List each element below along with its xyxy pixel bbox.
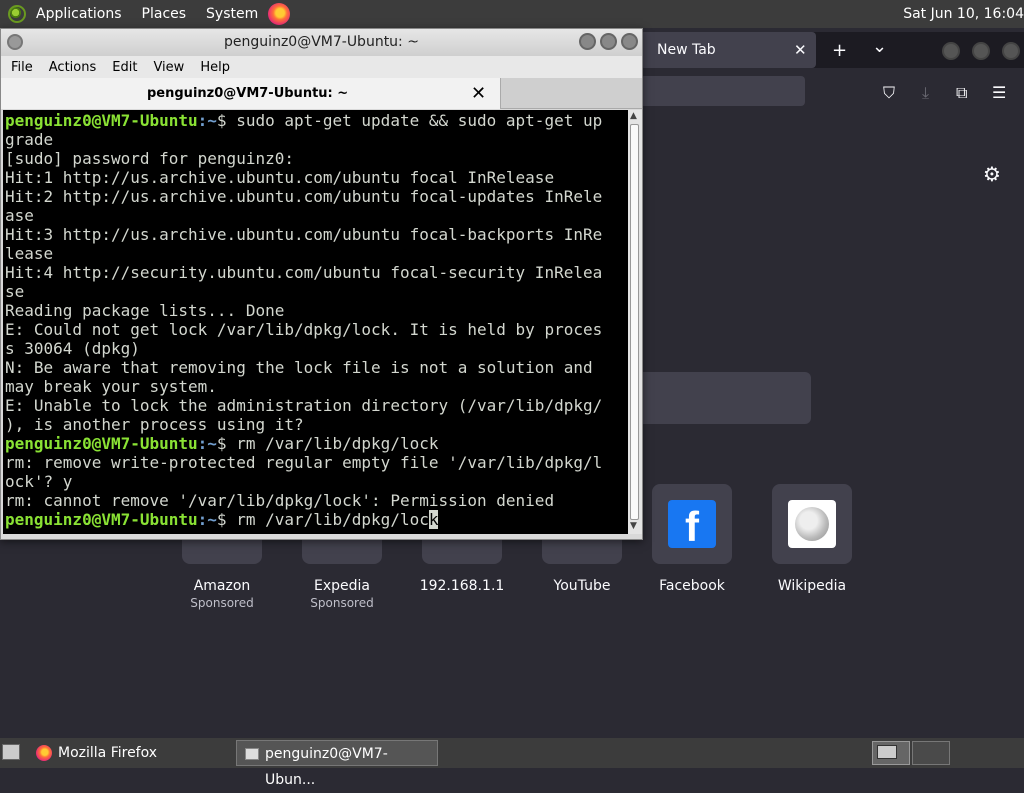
workspace-2[interactable] [912, 741, 950, 765]
terminal-line: penguinz0@VM7-Ubuntu:~$ rm /var/lib/dpkg… [5, 434, 439, 453]
window-title: penguinz0@VM7-Ubuntu: ~ [224, 34, 419, 50]
clock[interactable]: Sat Jun 10, 16:04 [897, 0, 1024, 28]
firefox-launcher-icon[interactable] [268, 3, 291, 25]
terminal-current-line: penguinz0@VM7-Ubuntu:~$ rm /var/lib/dpkg… [5, 510, 439, 529]
places-menu[interactable]: Places [142, 6, 187, 22]
scroll-up-icon[interactable]: ▲ [630, 111, 637, 121]
terminal-line: penguinz0@VM7-Ubuntu:~$ sudo apt-get upd… [5, 111, 603, 130]
wikipedia-tile [772, 484, 852, 564]
system-menu[interactable]: System [206, 6, 258, 22]
top-site-name: 192.168.1.1 [419, 578, 505, 594]
terminal-line: se [5, 282, 25, 301]
maximize-icon[interactable] [972, 42, 990, 60]
sponsored-label: Sponsored [310, 596, 374, 610]
workspace-1[interactable] [872, 741, 910, 765]
distro-logo-icon[interactable] [8, 5, 26, 23]
scroll-down-icon[interactable]: ▼ [630, 521, 637, 531]
top-site-name: Wikipedia [777, 578, 847, 594]
app-menu-icon[interactable]: ☰ [992, 83, 1006, 102]
menu-edit[interactable]: Edit [106, 60, 143, 75]
firefox-window: New Tab ✕ + ⌄ ⛉ ⤓ ⧉ ☰ ⚙ Amazon Sponsored… [182, 28, 1024, 738]
menu-view[interactable]: View [147, 60, 190, 75]
pocket-icon[interactable]: ⛉ [883, 83, 895, 103]
downloads-icon[interactable]: ⤓ [922, 83, 929, 103]
close-icon[interactable] [621, 33, 638, 50]
taskbar: Mozilla Firefox penguinz0@VM7-Ubun... [0, 738, 1024, 788]
terminal-line: Hit:3 http://us.archive.ubuntu.com/ubunt… [5, 225, 603, 244]
menu-file[interactable]: File [5, 60, 39, 75]
terminal-line: ), is another process using it? [5, 415, 304, 434]
terminal-line: grade [5, 130, 54, 149]
terminal-line: Hit:2 http://us.archive.ubuntu.com/ubunt… [5, 187, 603, 206]
menu-actions[interactable]: Actions [43, 60, 103, 75]
terminal-line: may break your system. [5, 377, 217, 396]
terminal-menu-bar: File Actions Edit View Help [1, 56, 642, 78]
top-site-name: YouTube [553, 578, 611, 594]
terminal-line: Hit:4 http://security.ubuntu.com/ubuntu … [5, 263, 603, 282]
terminal-cursor: k [428, 510, 439, 529]
taskbar-label: penguinz0@VM7-Ubun... [265, 746, 388, 788]
firefox-icon [36, 745, 52, 761]
top-site-name: Facebook [659, 578, 725, 594]
firefox-tab-new-tab[interactable]: New Tab ✕ [640, 32, 816, 68]
terminal-line: lease [5, 244, 54, 263]
terminal-output[interactable]: penguinz0@VM7-Ubuntu:~$ sudo apt-get upd… [3, 110, 628, 534]
terminal-line: ase [5, 206, 34, 225]
applications-menu[interactable]: Applications [36, 6, 122, 22]
show-desktop-icon[interactable] [2, 744, 20, 760]
terminal-tab-title: penguinz0@VM7-Ubuntu: ~ [147, 86, 349, 101]
sponsored-label: Sponsored [190, 596, 254, 610]
terminal-line: Reading package lists... Done [5, 301, 285, 320]
top-site-name: Expedia [314, 578, 370, 594]
top-site-name: Amazon [193, 578, 251, 594]
gear-icon[interactable]: ⚙ [983, 162, 1001, 186]
new-tab-page [640, 120, 1024, 738]
terminal-tab-bar: penguinz0@VM7-Ubuntu: ~ ✕ [1, 78, 642, 109]
tab-close-icon[interactable]: ✕ [794, 32, 807, 68]
window-menu-icon[interactable] [7, 34, 23, 50]
terminal-line: [sudo] password for penguinz0: [5, 149, 294, 168]
terminal-scrollbar[interactable]: ▲ ▼ [628, 110, 642, 534]
wikipedia-logo-icon [788, 500, 836, 548]
facebook-logo-icon: f [668, 500, 716, 550]
top-panel: Applications Places System Sat Jun 10, 1… [0, 0, 1024, 28]
terminal-line: E: Could not get lock /var/lib/dpkg/lock… [5, 320, 603, 339]
facebook-tile: f [652, 484, 732, 564]
new-tab-button[interactable]: + [832, 40, 847, 61]
terminal-line: E: Unable to lock the administration dir… [5, 396, 603, 415]
terminal-icon [245, 748, 259, 760]
top-site-facebook[interactable]: f Facebook [642, 484, 742, 594]
terminal-title-bar[interactable]: penguinz0@VM7-Ubuntu: ~ [1, 29, 642, 56]
maximize-icon[interactable] [600, 33, 617, 50]
terminal-line: N: Be aware that removing the lock file … [5, 358, 593, 377]
minimize-icon[interactable] [942, 42, 960, 60]
close-icon[interactable] [1002, 42, 1020, 60]
menu-help[interactable]: Help [194, 60, 236, 75]
terminal-line: Hit:1 http://us.archive.ubuntu.com/ubunt… [5, 168, 555, 187]
terminal-window: penguinz0@VM7-Ubuntu: ~ File Actions Edi… [0, 28, 643, 540]
tab-close-icon[interactable]: ✕ [471, 78, 486, 109]
tab-title: New Tab [657, 42, 716, 58]
taskbar-item-terminal[interactable]: penguinz0@VM7-Ubun... [236, 740, 438, 788]
taskbar-label: Mozilla Firefox [58, 745, 158, 761]
taskbar-item-firefox[interactable]: Mozilla Firefox [30, 740, 230, 766]
terminal-tab[interactable]: penguinz0@VM7-Ubuntu: ~ ✕ [1, 78, 501, 109]
new-tab-search-box[interactable] [640, 372, 811, 424]
terminal-line: s 30064 (dpkg) [5, 339, 140, 358]
top-site-wikipedia[interactable]: Wikipedia [762, 484, 862, 594]
tab-list-button[interactable]: ⌄ [872, 36, 887, 57]
scrollbar-thumb[interactable] [630, 124, 639, 520]
terminal-line: rm: remove write-protected regular empty… [5, 453, 603, 472]
extensions-icon[interactable]: ⧉ [956, 83, 967, 103]
terminal-line: rm: cannot remove '/var/lib/dpkg/lock': … [5, 491, 555, 510]
minimize-icon[interactable] [579, 33, 596, 50]
terminal-line: ock'? y [5, 472, 73, 491]
url-bar[interactable] [640, 76, 805, 106]
